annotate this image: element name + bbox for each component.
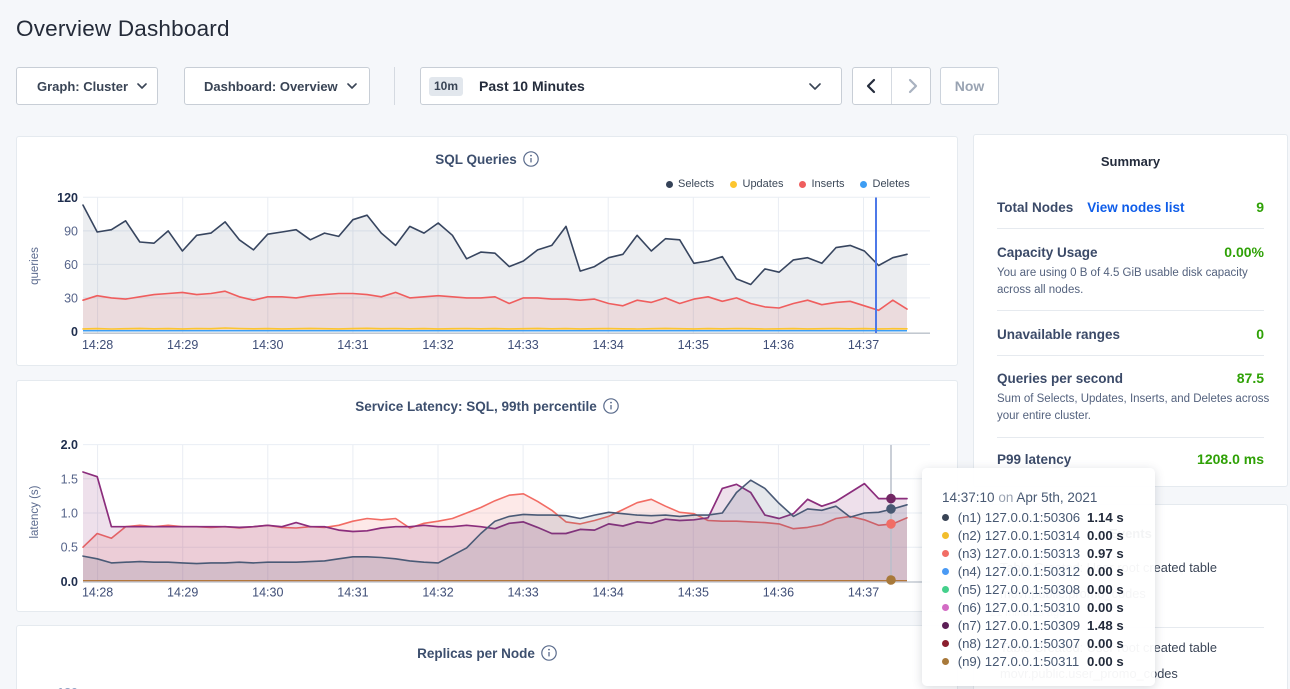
svg-text:60: 60 bbox=[64, 258, 78, 272]
svg-text:14:30: 14:30 bbox=[252, 338, 283, 352]
svg-text:latency (s): latency (s) bbox=[29, 485, 41, 538]
svg-text:90: 90 bbox=[64, 224, 78, 238]
svg-text:14:31: 14:31 bbox=[337, 586, 368, 600]
svg-text:14:34: 14:34 bbox=[593, 586, 624, 600]
svg-text:14:37: 14:37 bbox=[848, 338, 879, 352]
svg-text:1.5: 1.5 bbox=[61, 472, 78, 486]
svg-text:14:28: 14:28 bbox=[82, 586, 113, 600]
svg-text:14:35: 14:35 bbox=[678, 586, 709, 600]
svg-text:2.0: 2.0 bbox=[61, 438, 78, 452]
svg-text:0.0: 0.0 bbox=[61, 575, 78, 589]
svg-text:14:29: 14:29 bbox=[167, 338, 198, 352]
svg-text:14:30: 14:30 bbox=[252, 586, 283, 600]
svg-text:14:33: 14:33 bbox=[507, 338, 538, 352]
svg-text:14:37: 14:37 bbox=[848, 586, 879, 600]
svg-text:14:35: 14:35 bbox=[678, 338, 709, 352]
svg-text:14:36: 14:36 bbox=[763, 586, 794, 600]
svg-text:30: 30 bbox=[64, 291, 78, 305]
svg-text:14:32: 14:32 bbox=[422, 586, 453, 600]
svg-text:14:29: 14:29 bbox=[167, 586, 198, 600]
svg-text:0: 0 bbox=[71, 325, 78, 339]
svg-text:14:31: 14:31 bbox=[337, 338, 368, 352]
svg-text:14:28: 14:28 bbox=[82, 338, 113, 352]
svg-text:queries: queries bbox=[29, 247, 41, 285]
svg-text:120: 120 bbox=[57, 191, 78, 205]
svg-text:14:36: 14:36 bbox=[763, 338, 794, 352]
svg-text:1.0: 1.0 bbox=[61, 507, 78, 521]
svg-text:14:33: 14:33 bbox=[507, 586, 538, 600]
svg-text:0.5: 0.5 bbox=[61, 541, 78, 555]
svg-text:14:32: 14:32 bbox=[422, 338, 453, 352]
svg-text:14:34: 14:34 bbox=[593, 338, 624, 352]
